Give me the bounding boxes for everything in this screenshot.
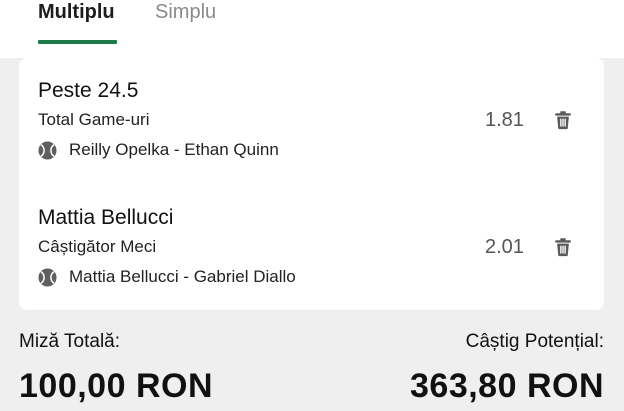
selection-item: Mattia Bellucci Câștigător Meci Mattia B… (19, 205, 604, 315)
betslip-summary: Miză Totală: Câștig Potențial: 100,00 RO… (0, 310, 624, 411)
selection-odds: 2.01 (485, 236, 524, 258)
trash-icon[interactable] (552, 236, 574, 258)
selection-market: Câștigător Meci (38, 237, 157, 256)
tennis-ball-icon (38, 267, 57, 287)
tab-simplu[interactable]: Simplu (155, 0, 216, 24)
potential-win-label: Câștig Potențial: (465, 331, 604, 352)
trash-icon[interactable] (552, 109, 574, 131)
potential-win-value: 363,80 RON (410, 367, 604, 405)
selection-event: Mattia Bellucci - Gabriel Diallo (38, 266, 296, 288)
total-stake-value: 100,00 RON (19, 367, 213, 405)
event-name: Reilly Opelka - Ethan Quinn (69, 140, 279, 159)
selections-card: Peste 24.5 Total Game-uri Reilly Opelka … (19, 58, 604, 310)
selection-odds: 1.81 (485, 109, 524, 131)
selection-title: Peste 24.5 (38, 79, 139, 102)
betslip-tabs-bar: Multiplu Simplu (0, 0, 624, 58)
tennis-ball-icon (38, 140, 57, 160)
tab-multiplu[interactable]: Multiplu (38, 0, 115, 24)
event-name: Mattia Bellucci - Gabriel Diallo (69, 267, 296, 286)
selection-item: Peste 24.5 Total Game-uri Reilly Opelka … (19, 78, 604, 188)
active-tab-indicator (38, 40, 117, 44)
total-stake-label: Miză Totală: (19, 331, 121, 352)
selection-title: Mattia Bellucci (38, 206, 174, 229)
selection-event: Reilly Opelka - Ethan Quinn (38, 139, 279, 161)
selection-market: Total Game-uri (38, 110, 150, 129)
